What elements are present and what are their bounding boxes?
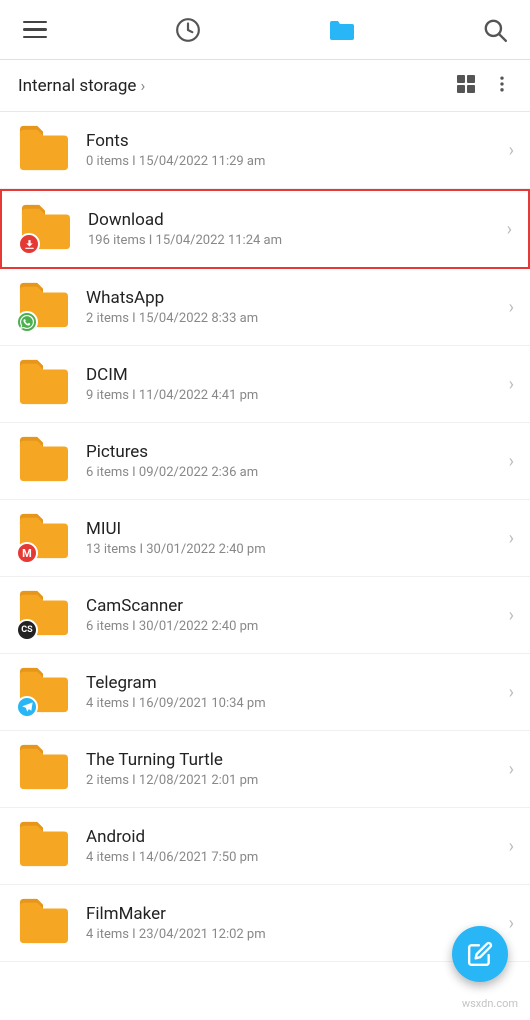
folder-name: The Turning Turtle [86,750,501,770]
folder-info: The Turning Turtle 2 items I 12/08/2021 2… [86,750,501,788]
more-options-icon [492,74,512,94]
folder-icon-wrap [16,664,72,720]
more-options-button[interactable] [492,74,512,98]
chevron-right-icon: › [509,759,514,780]
folder-badge [18,233,40,255]
hamburger-icon [23,21,47,39]
folder-meta: 6 items I 09/02/2022 2:36 am [86,465,501,480]
clock-icon [175,17,201,43]
folder-info: Pictures 6 items I 09/02/2022 2:36 am [86,442,501,480]
folder-name: WhatsApp [86,288,501,308]
folder-item[interactable]: M MIUI 13 items I 30/01/2022 2:40 pm › [0,500,530,577]
folder-info: CamScanner 6 items I 30/01/2022 2:40 pm [86,596,501,634]
history-button[interactable] [171,13,205,47]
folder-icon-wrap [16,818,72,874]
folder-meta: 196 items I 15/04/2022 11:24 am [88,233,499,248]
folder-info: FilmMaker 4 items I 23/04/2021 12:02 pm [86,904,501,942]
chevron-right-icon: › [509,140,514,161]
chevron-right-icon: › [509,682,514,703]
breadcrumb-bar: Internal storage › [0,60,530,112]
folder-badge [16,696,38,718]
folder-info: Android 4 items I 14/06/2021 7:50 pm [86,827,501,865]
folder-name: Android [86,827,501,847]
folder-info: Download 196 items I 15/04/2022 11:24 am [88,210,499,248]
folder-svg [16,818,70,868]
folder-meta: 0 items I 15/04/2022 11:29 am [86,154,501,169]
folder-item[interactable]: Download 196 items I 15/04/2022 11:24 am › [0,189,530,269]
folder-name: Fonts [86,131,501,151]
folder-button[interactable] [325,13,359,47]
chevron-right-icon: › [509,528,514,549]
chevron-right-icon: › [509,374,514,395]
folder-svg [16,122,70,172]
folder-meta: 4 items I 14/06/2021 7:50 pm [86,850,501,865]
folder-svg [16,433,70,483]
folder-item[interactable]: The Turning Turtle 2 items I 12/08/2021 2… [0,731,530,808]
folder-item[interactable]: WhatsApp 2 items I 15/04/2022 8:33 am › [0,269,530,346]
chevron-right-icon: › [509,451,514,472]
folder-badge [16,311,38,333]
folder-info: DCIM 9 items I 11/04/2022 4:41 pm [86,365,501,403]
folder-name: FilmMaker [86,904,501,924]
folder-svg [16,741,70,791]
chevron-right-icon: › [507,219,512,240]
search-icon [482,17,508,43]
add-fab[interactable] [452,926,508,982]
folder-badge: CS [16,619,38,641]
folder-list: Fonts0 items I 15/04/2022 11:29 am›Downl… [0,112,530,962]
folder-meta: 13 items I 30/01/2022 2:40 pm [86,542,501,557]
menu-button[interactable] [18,13,52,47]
folder-name: Download [88,210,499,230]
folder-name: CamScanner [86,596,501,616]
folder-icon-wrap [16,122,72,178]
folder-svg [16,895,70,945]
folder-icon-wrap [16,356,72,412]
folder-icon-wrap [16,741,72,797]
breadcrumb-right [454,72,512,100]
folder-info: WhatsApp 2 items I 15/04/2022 8:33 am [86,288,501,326]
folder-icon-wrap: M [16,510,72,566]
folder-item[interactable]: Fonts 0 items I 15/04/2022 11:29 am › [0,112,530,189]
folder-info: Telegram 4 items I 16/09/2021 10:34 pm [86,673,501,711]
folder-badge: M [16,542,38,564]
folder-meta: 6 items I 30/01/2022 2:40 pm [86,619,501,634]
folder-item[interactable]: FilmMaker 4 items I 23/04/2021 12:02 pm › [0,885,530,962]
folder-item[interactable]: Telegram 4 items I 16/09/2021 10:34 pm › [0,654,530,731]
folder-name: DCIM [86,365,501,385]
chevron-right-icon: › [509,605,514,626]
folder-top-icon [328,16,356,44]
folder-item[interactable]: Pictures 6 items I 09/02/2022 2:36 am › [0,423,530,500]
folder-item[interactable]: DCIM 9 items I 11/04/2022 4:41 pm › [0,346,530,423]
folder-name: Pictures [86,442,501,462]
folder-meta: 4 items I 16/09/2021 10:34 pm [86,696,501,711]
chevron-right-icon: › [509,297,514,318]
folder-name: MIUI [86,519,501,539]
grid-view-icon [454,72,478,96]
folder-meta: 2 items I 12/08/2021 2:01 pm [86,773,501,788]
folder-item[interactable]: CS CamScanner 6 items I 30/01/2022 2:40 pm… [0,577,530,654]
folder-icon-wrap [18,201,74,257]
folder-info: Fonts 0 items I 15/04/2022 11:29 am [86,131,501,169]
chevron-right-icon: › [509,913,514,934]
watermark: wsxdn.com [462,997,518,1010]
folder-item[interactable]: Android 4 items I 14/06/2021 7:50 pm › [0,808,530,885]
breadcrumb-left[interactable]: Internal storage › [18,76,145,96]
top-bar [0,0,530,60]
folder-name: Telegram [86,673,501,693]
breadcrumb-chevron-icon: › [140,76,145,95]
folder-meta: 9 items I 11/04/2022 4:41 pm [86,388,501,403]
folder-icon-wrap [16,895,72,951]
folder-icon-wrap [16,433,72,489]
folder-info: MIUI 13 items I 30/01/2022 2:40 pm [86,519,501,557]
breadcrumb-text: Internal storage [18,76,136,96]
folder-icon-wrap: CS [16,587,72,643]
search-button[interactable] [478,13,512,47]
chevron-right-icon: › [509,836,514,857]
folder-meta: 2 items I 15/04/2022 8:33 am [86,311,501,326]
folder-svg [16,356,70,406]
grid-view-button[interactable] [454,72,478,100]
folder-icon-wrap [16,279,72,335]
edit-icon [467,941,493,967]
folder-meta: 4 items I 23/04/2021 12:02 pm [86,927,501,942]
